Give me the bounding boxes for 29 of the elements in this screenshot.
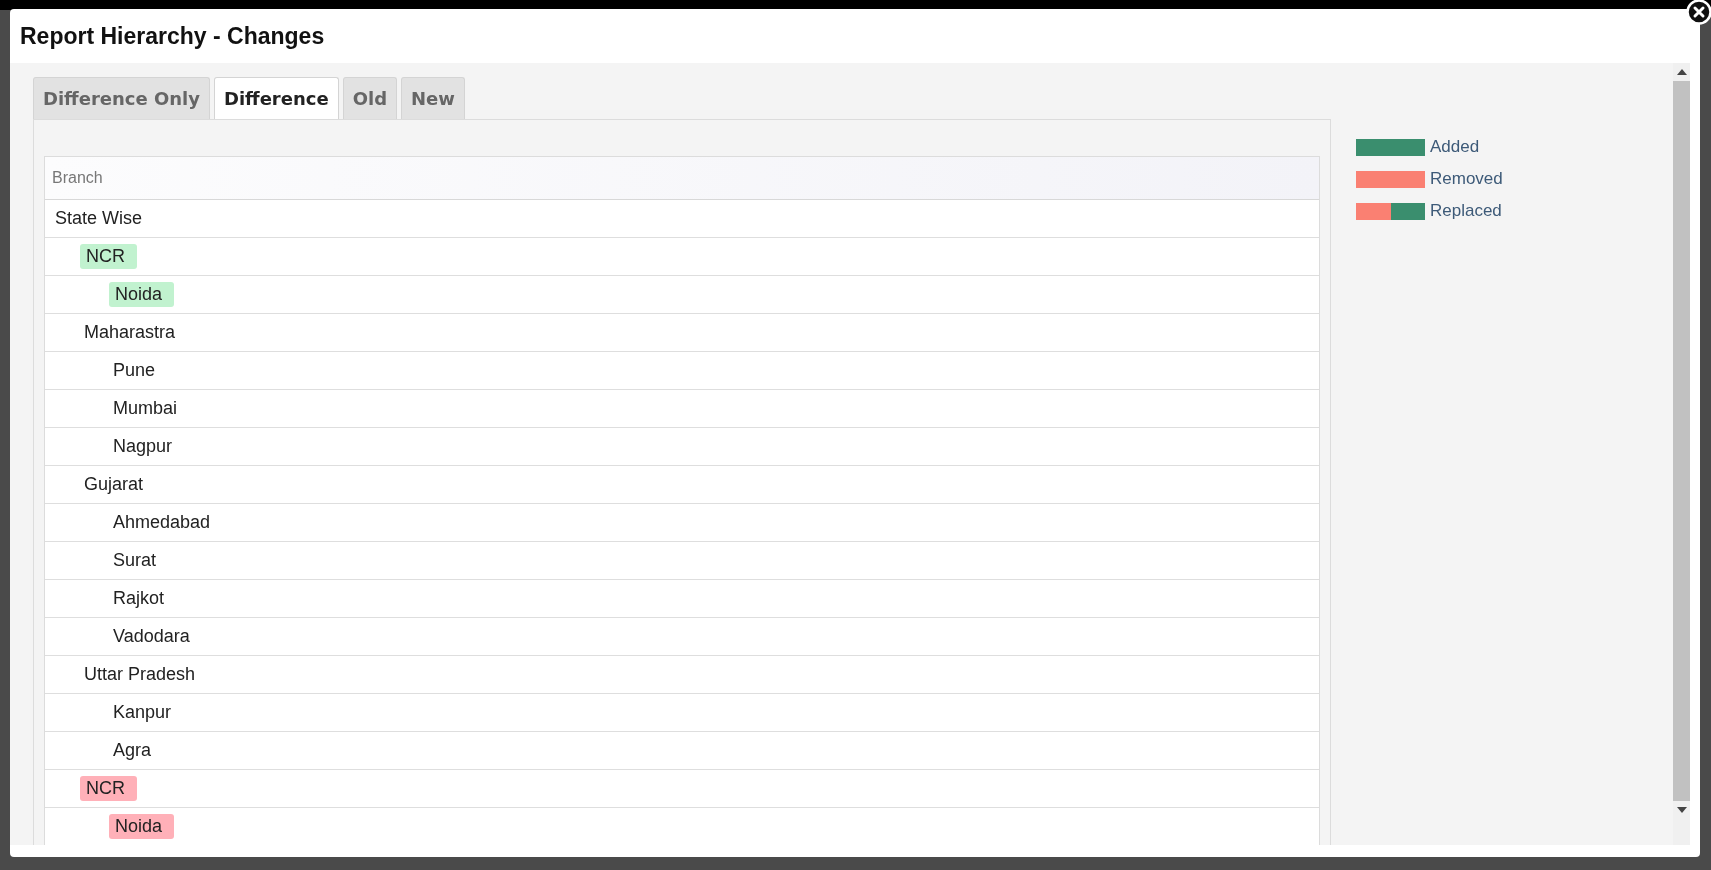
tree-item[interactable]: Noida (109, 814, 175, 839)
tab[interactable]: New (401, 77, 465, 120)
legend-label: Added (1430, 137, 1480, 157)
tree-item[interactable]: Nagpur (109, 434, 177, 459)
tree-item[interactable]: Uttar Pradesh (80, 662, 200, 687)
tree-item[interactable]: Kanpur (109, 700, 176, 725)
legend-label: Removed (1430, 169, 1503, 189)
legend-label: Replaced (1430, 201, 1502, 221)
tree-item[interactable]: Agra (109, 738, 156, 763)
scroll-up-icon[interactable] (1676, 69, 1687, 75)
tree-item[interactable]: Noida (109, 282, 175, 307)
tab[interactable]: Difference (213, 77, 339, 120)
tree-item[interactable]: Rajkot (109, 586, 169, 611)
tree-item[interactable]: NCR (80, 244, 137, 269)
close-icon[interactable] (1686, 0, 1711, 25)
tree-item[interactable]: Maharastra (80, 320, 180, 345)
tree-item[interactable]: Surat (109, 548, 161, 573)
tab[interactable]: Difference Only (33, 77, 210, 120)
tab[interactable]: Old (342, 77, 397, 120)
tree-item[interactable]: Vadodara (109, 624, 194, 649)
tree-item[interactable]: Gujarat (80, 472, 148, 497)
tree-item[interactable]: State Wise (51, 206, 147, 231)
tree-item[interactable]: NCR (80, 776, 137, 801)
tree-item[interactable]: Ahmedabad (109, 510, 215, 535)
column-header: Branch (52, 169, 103, 187)
tree-item[interactable]: Pune (109, 358, 160, 383)
scroll-down-icon[interactable] (1676, 807, 1687, 813)
tree-item[interactable]: Mumbai (109, 396, 182, 421)
dialog-title: Report Hierarchy - Changes (20, 22, 325, 50)
